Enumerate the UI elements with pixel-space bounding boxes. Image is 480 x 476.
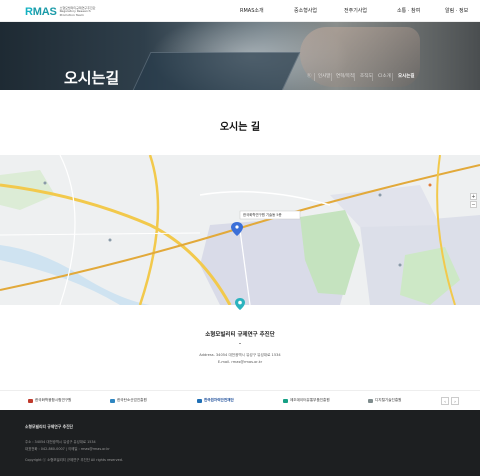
hero-tablet-image — [129, 52, 301, 90]
footer-address: 주소 : 34054 대전광역시 유성구 유성대로 1534 — [25, 440, 96, 444]
zoom-out-button[interactable]: − — [470, 201, 477, 208]
address-text: Address. 34054 대전광역시 유성구 유성대로 1534 — [199, 353, 281, 357]
nav-item-notice[interactable]: 알림 · 정보 — [445, 7, 468, 14]
partner-logo[interactable]: 한국화학융합시험연구원 — [28, 398, 71, 403]
partner-emblem-icon — [110, 398, 115, 403]
site-header: RMAS 소형모빌리티규제연구추진단 Regulatory Research P… — [0, 0, 480, 22]
nav-item-communication[interactable]: 소통 · 참여 — [397, 7, 420, 14]
home-icon[interactable]: ⓗ — [307, 73, 312, 79]
nav-item-about[interactable]: RMAS소개 — [240, 7, 264, 14]
organization-name: 소형모빌리티 규제연구 추진단 — [205, 332, 275, 338]
nav-item-small-business[interactable]: 중소형사업 — [294, 7, 317, 14]
partner-logo[interactable]: 한국탄소산업진흥원 — [110, 398, 147, 403]
site-logo[interactable]: RMAS 소형모빌리티규제연구추진단 Regulatory Research P… — [25, 6, 102, 18]
partner-logos: 한국화학융합시험연구원 한국탄소산업진흥원 한국원자력안전재단 제조데이터유통부… — [0, 390, 480, 410]
breadcrumb-item[interactable]: 조직도 — [360, 73, 372, 79]
map-canvas — [0, 155, 480, 305]
breadcrumb-item[interactable]: 인사말 — [318, 73, 330, 79]
breadcrumb: ⓗ 인사말 연혁/목적 조직도 CI소개 오시는길 — [0, 73, 480, 83]
partner-emblem-icon — [283, 398, 288, 403]
map-callout: 한국화학연구원 기술동 5층 — [243, 213, 282, 217]
section-title: 오시는 길 — [219, 122, 261, 133]
nav-item-lifecycle[interactable]: 전주기사업 — [344, 7, 367, 14]
site-footer: 소형모빌리티 규제연구 추진단 주소 : 34054 대전광역시 유성구 유성대… — [0, 410, 480, 476]
footer-title: 소형모빌리티 규제연구 추진단 — [25, 424, 74, 429]
partner-logo[interactable]: 제조데이터유통부품진흥원 — [283, 398, 330, 403]
zoom-in-button[interactable]: + — [470, 193, 477, 200]
footer-contact: 대표전화 : 042-860-0007 | 이메일 : rmas@rmas.or… — [25, 447, 110, 451]
partner-prev-button[interactable]: ‹ — [441, 397, 449, 405]
partner-logo[interactable]: 디지털기술진흥원 — [368, 398, 401, 403]
email-text: E-mail. rmas@rmas.or.kr — [217, 360, 263, 364]
location-map[interactable]: 한국화학연구원 기술동 5층 + − — [0, 155, 480, 305]
partner-logo[interactable]: 한국원자력안전재단 — [197, 398, 234, 403]
partner-next-button[interactable]: › — [451, 397, 459, 405]
divider — [239, 343, 241, 344]
footer-copyright: Copyright ⓒ 소형모빌리티 규제연구 추진단 All rights r… — [25, 458, 123, 462]
breadcrumb-item[interactable]: CI소개 — [378, 73, 391, 79]
logo-wordmark: RMAS — [25, 6, 57, 18]
partner-emblem-icon — [368, 398, 373, 403]
breadcrumb-item[interactable]: 연혁/목적 — [336, 73, 354, 79]
partner-emblem-icon — [28, 398, 33, 403]
partner-emblem-icon — [197, 398, 202, 403]
logo-subtitle: 소형모빌리티규제연구추진단 Regulatory Research Promot… — [59, 5, 96, 17]
breadcrumb-current: 오시는길 — [398, 74, 415, 79]
location-pin-icon — [235, 298, 245, 310]
